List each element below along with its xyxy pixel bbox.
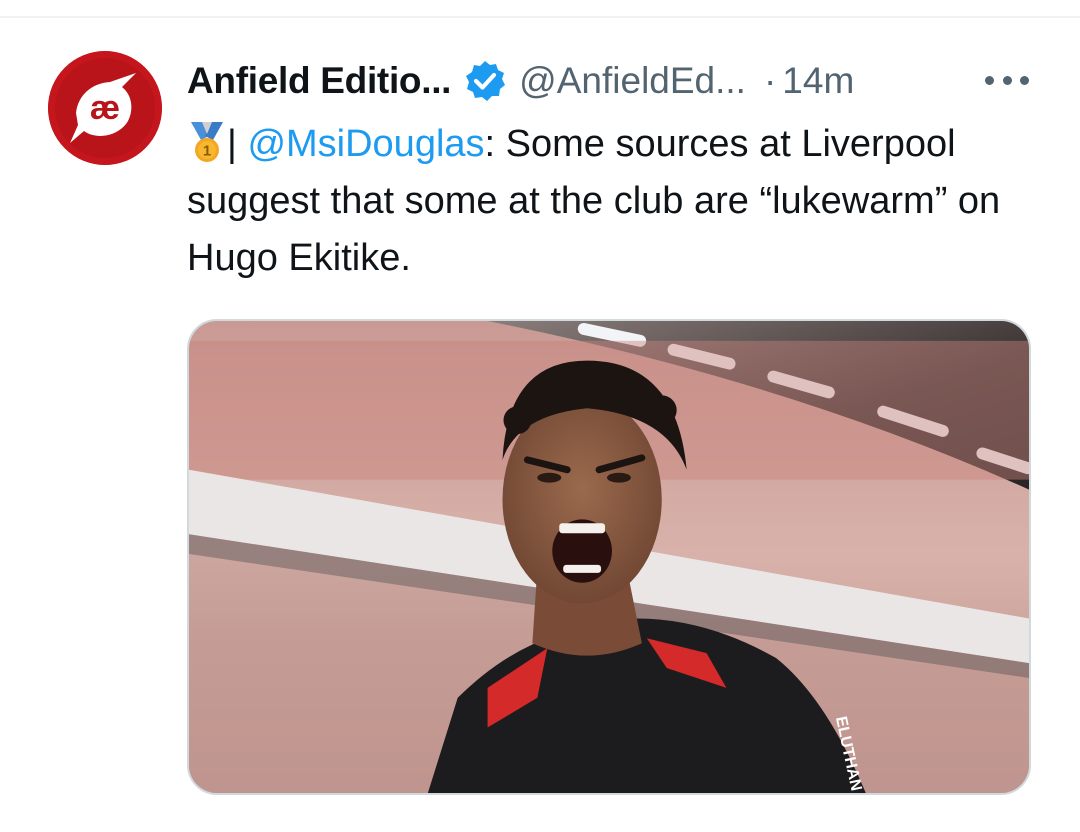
first-place-medal-icon: 1	[187, 120, 227, 164]
author-display-name[interactable]: Anfield Editio...	[187, 60, 451, 102]
author-handle[interactable]: @AnfieldEd...	[519, 60, 746, 102]
tweet-header: Anfield Editio... @AnfieldEd... · 14m	[187, 56, 854, 106]
tweet-text: 1 | @MsiDouglas: Some sources at Liverpo…	[187, 116, 1047, 287]
pipe-separator: |	[227, 123, 237, 165]
avatar-logo-text: æ	[90, 89, 120, 127]
verified-badge-icon	[463, 59, 507, 103]
tweet[interactable]: æ Anfield Editio... @AnfieldEd... · 14m …	[0, 0, 1080, 832]
avatar[interactable]: æ	[48, 51, 162, 165]
more-options-icon[interactable]	[985, 70, 1029, 90]
tweet-timestamp[interactable]: 14m	[782, 60, 854, 102]
time-separator: ·	[763, 60, 777, 101]
mention-link[interactable]: @MsiDouglas	[247, 123, 484, 165]
tweet-media-image[interactable]: ELUTHAN	[187, 319, 1031, 795]
svg-text:1: 1	[203, 143, 211, 160]
